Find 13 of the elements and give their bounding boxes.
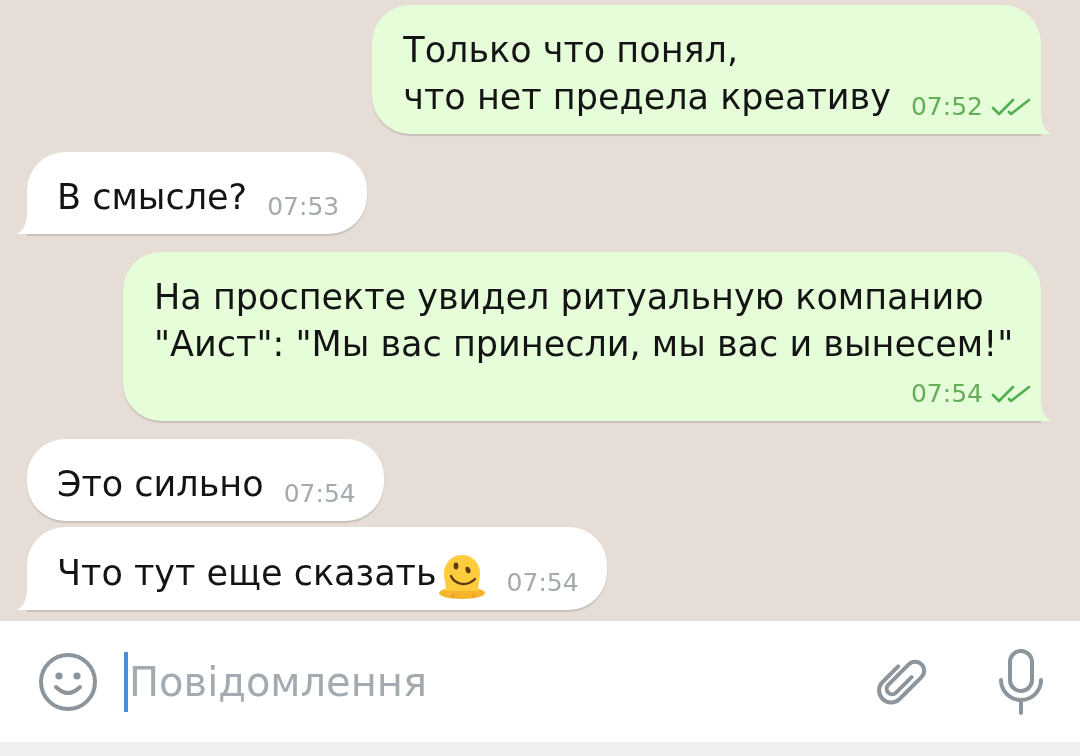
message-time: 07:54: [506, 569, 579, 597]
emoji-icon[interactable]: [38, 651, 98, 712]
message-text: Только что понял, что нет предела креативу: [403, 29, 891, 119]
message-time: 07:54: [910, 380, 983, 408]
message-time: 07:53: [267, 193, 340, 221]
message-text: На проспекте увидел ритуальную компанию "Аист": "Мы вас принесли, мы вас и вынесем!": [154, 276, 1015, 366]
microphone-icon[interactable]: [997, 648, 1045, 715]
message-text: Что тут еще сказать: [57, 552, 437, 595]
message-input[interactable]: Повідомлення: [128, 651, 871, 712]
message-text: В смысле?: [57, 176, 248, 219]
message-time: 07:54: [283, 480, 356, 508]
message-text: Это сильно: [57, 463, 264, 506]
message-time: 07:52: [910, 93, 983, 121]
